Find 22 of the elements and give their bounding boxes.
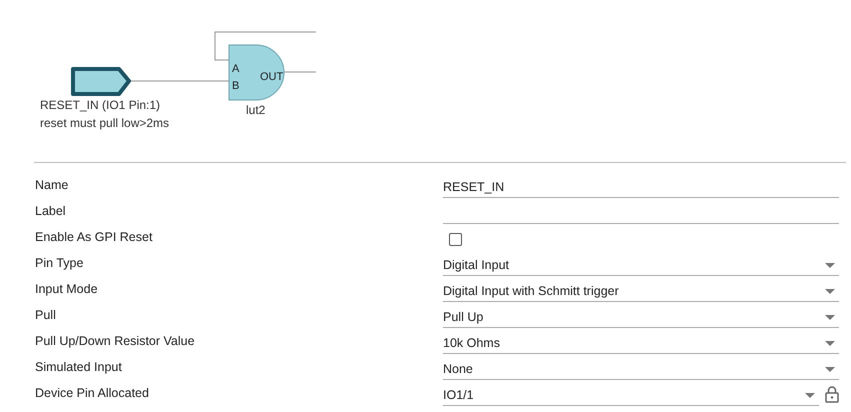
pin-name: RESET_IN (IO1 Pin:1) bbox=[40, 98, 160, 112]
property-label: Name bbox=[35, 178, 70, 194]
dropdown[interactable]: Pull Up bbox=[443, 307, 839, 328]
gate-output-label: OUT bbox=[260, 71, 284, 83]
property-label: Device Pin Allocated bbox=[35, 386, 150, 402]
dropdown[interactable]: IO1/1 bbox=[443, 385, 819, 406]
property-label: Pull Up/Down Resistor Value bbox=[35, 334, 196, 350]
dropdown[interactable]: None bbox=[443, 359, 839, 380]
property-label: Simulated Input bbox=[35, 360, 123, 376]
gate-name: lut2 bbox=[246, 103, 266, 117]
gate-input-label: B bbox=[232, 80, 240, 92]
property-label: Label bbox=[35, 204, 67, 220]
property-label: Pull bbox=[35, 308, 57, 324]
property-label: Input Mode bbox=[35, 282, 99, 298]
gate-input-label: A bbox=[232, 63, 240, 75]
dropdown[interactable]: Digital Input bbox=[443, 255, 839, 276]
pin-note: reset must pull low>2ms bbox=[40, 116, 170, 130]
property-label: Enable As GPI Reset bbox=[35, 230, 154, 246]
dropdown[interactable]: 10k Ohms bbox=[443, 333, 839, 354]
property-label: Pin Type bbox=[35, 256, 84, 272]
text-field[interactable]: RESET_IN bbox=[443, 177, 839, 198]
dropdown[interactable]: Digital Input with Schmitt trigger bbox=[443, 281, 839, 302]
